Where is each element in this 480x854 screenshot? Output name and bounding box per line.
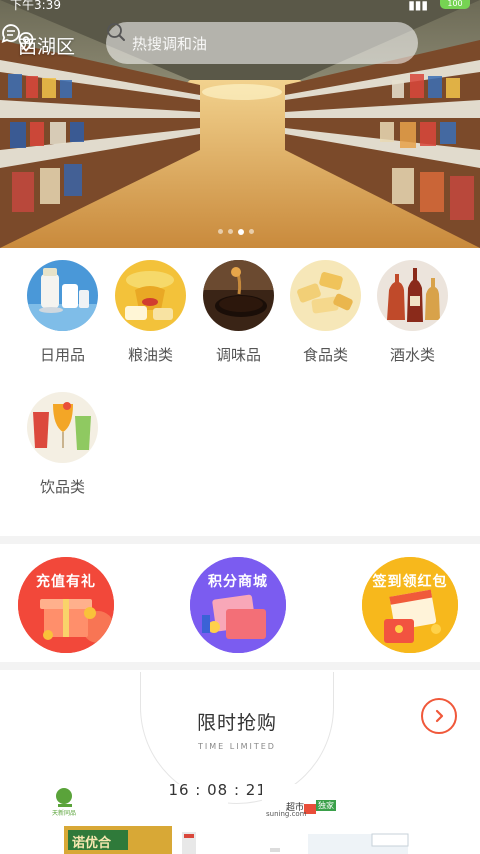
promo-checkin[interactable]: 签到领红包: [362, 557, 458, 653]
search-bar[interactable]: 热搜调和油: [106, 22, 418, 64]
liquor-icon: [377, 260, 448, 331]
flash-sale-section: 限时抢购 TIME LIMITED 天新同品 诺优合 16 : 08 : 21 …: [0, 672, 480, 854]
grain-oil-icon: [115, 260, 186, 331]
flash-sale-subtitle: TIME LIMITED: [198, 742, 276, 751]
status-icons: ▮▮▮ 100: [408, 0, 470, 12]
product-brand: 天新同品: [52, 810, 77, 817]
section-divider: [0, 536, 480, 544]
product-brand-domain: suning.com: [266, 810, 307, 818]
search-placeholder: 热搜调和油: [132, 34, 208, 53]
top-bar: 西湖区 热搜调和油: [0, 22, 480, 66]
promo-label: 积分商城: [208, 574, 268, 590]
status-bar: 下午3:39 ▮▮▮ 100: [0, 0, 480, 12]
status-time: 下午3:39: [10, 0, 61, 12]
category-liquor[interactable]: 酒水类: [369, 260, 456, 365]
flash-sale-more-button[interactable]: [421, 698, 457, 734]
drinks-icon: [27, 392, 98, 463]
pagination-dot[interactable]: [228, 229, 233, 234]
banner-pagination: [218, 228, 254, 235]
message-icon[interactable]: [0, 22, 22, 44]
pagination-dot[interactable]: [218, 229, 223, 234]
promo-points-mall[interactable]: 积分商城: [190, 557, 286, 653]
pagination-dot[interactable]: [249, 229, 254, 234]
flash-sale-title: 限时抢购: [196, 712, 277, 734]
category-food[interactable]: 食品类: [282, 260, 369, 365]
promo-label: 签到领红包: [372, 574, 448, 590]
hero-banner[interactable]: 下午3:39 ▮▮▮ 100 西湖区 热搜调和油: [0, 0, 480, 248]
chevron-right-icon: [435, 709, 444, 723]
signal-icon: ▮▮▮: [408, 0, 428, 12]
product-label: 诺优合: [72, 836, 112, 851]
category-label: 饮品类: [39, 478, 85, 496]
category-grain-oil[interactable]: 粮油类: [107, 260, 194, 365]
product-image: [262, 784, 438, 854]
search-icon[interactable]: [106, 22, 126, 42]
food-icon: [290, 260, 361, 331]
promo-label: 充值有礼: [36, 574, 96, 590]
category-label: 粮油类: [127, 346, 173, 364]
section-divider: [0, 662, 480, 670]
category-label: 食品类: [302, 346, 348, 364]
category-label: 日用品: [39, 346, 85, 364]
category-label: 酒水类: [389, 346, 435, 364]
promo-recharge[interactable]: 充值有礼: [18, 557, 114, 653]
category-seasoning[interactable]: 调味品: [195, 260, 282, 365]
battery-icon: 100: [440, 0, 470, 9]
category-daily[interactable]: 日用品: [19, 260, 106, 365]
pagination-dot-active[interactable]: [238, 228, 244, 235]
product-tag: 独家: [316, 800, 336, 811]
location-selector[interactable]: 西湖区: [18, 32, 75, 59]
seasoning-icon: [203, 260, 274, 331]
home-screen: 下午3:39 ▮▮▮ 100 西湖区 热搜调和油 日用品 粮油类 调味品 食品类…: [0, 0, 480, 854]
category-drinks[interactable]: 饮品类: [19, 392, 106, 497]
daily-goods-icon: [27, 260, 98, 331]
category-label: 调味品: [215, 346, 261, 364]
product-card[interactable]: 超市 suning.com 独家: [262, 784, 438, 854]
